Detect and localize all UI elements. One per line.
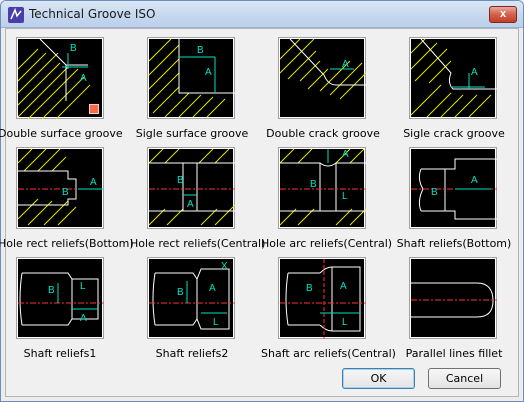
dim-label-b: B bbox=[62, 187, 69, 198]
tile-hole-rect-reliefs-central[interactable]: B A bbox=[147, 147, 235, 229]
caption-shaft-reliefs1: Shaft reliefs1 bbox=[23, 347, 97, 360]
caption-shaft-arc-reliefs-central: Shaft arc reliefs(Central) bbox=[261, 347, 396, 360]
caption-hole-rect-reliefs-central: Hole rect reliefs(Central) bbox=[130, 237, 266, 250]
dim-label-a: A bbox=[342, 59, 349, 70]
dim-label-b: B bbox=[48, 285, 55, 296]
app-icon bbox=[8, 7, 24, 23]
caption-sigle-crack-groove: Sigle crack groove bbox=[403, 127, 505, 140]
dim-label-a: A bbox=[471, 175, 478, 186]
caption-parallel-lines-fillet: Parallel lines fillet bbox=[405, 347, 503, 360]
caption-double-surface-groove: Double surface groove bbox=[0, 127, 123, 140]
caption-hole-arc-reliefs-central: Hole arc reliefs(Central) bbox=[261, 237, 393, 250]
dim-label-x: X bbox=[221, 261, 228, 272]
tile-shaft-reliefs-bottom[interactable]: B A bbox=[409, 147, 497, 229]
dim-label-a: A bbox=[90, 177, 97, 188]
tile-sigle-surface-groove[interactable]: B A bbox=[147, 37, 235, 119]
dim-label-a: A bbox=[209, 283, 216, 294]
dim-label-l: L bbox=[213, 317, 219, 328]
dim-label-b: B bbox=[177, 175, 184, 186]
tile-double-surface-groove[interactable]: B A bbox=[16, 37, 104, 119]
dim-label-b: B bbox=[310, 179, 317, 190]
dim-label-l: L bbox=[342, 317, 348, 328]
title-bar: Technical Groove ISO x bbox=[1, 1, 523, 28]
dim-label-b: B bbox=[431, 187, 438, 198]
tile-hole-arc-reliefs-central[interactable]: B A L bbox=[278, 147, 366, 229]
dim-label-b: B bbox=[177, 287, 184, 298]
tile-parallel-lines-fillet[interactable] bbox=[409, 257, 497, 339]
groove-gallery: B A Double surface groove B A Sigle surf… bbox=[0, 28, 519, 397]
tile-shaft-arc-reliefs-central[interactable]: B A L bbox=[278, 257, 366, 339]
dim-label-a: A bbox=[340, 281, 347, 292]
dim-label-a: A bbox=[187, 199, 194, 210]
dim-label-a: A bbox=[80, 313, 87, 324]
dim-label-b: B bbox=[70, 43, 77, 54]
dim-label-l: L bbox=[342, 191, 348, 202]
caption-shaft-reliefs-bottom: Shaft reliefs(Bottom) bbox=[396, 237, 512, 250]
caption-double-crack-groove: Double crack groove bbox=[266, 127, 380, 140]
tile-double-crack-groove[interactable]: A bbox=[278, 37, 366, 119]
dim-label-b: B bbox=[306, 283, 313, 294]
tile-shaft-reliefs1[interactable]: B L A bbox=[16, 257, 104, 339]
dim-label-a: A bbox=[80, 73, 87, 84]
window-title: Technical Groove ISO bbox=[29, 7, 156, 21]
dim-label-a: A bbox=[342, 149, 349, 160]
tile-shaft-reliefs2[interactable]: B A X L bbox=[147, 257, 235, 339]
dialog-window: Technical Groove ISO x B A Double surfac… bbox=[0, 0, 524, 402]
caption-shaft-reliefs2: Shaft reliefs2 bbox=[155, 347, 229, 360]
caption-hole-rect-reliefs-bottom: Hole rect reliefs(Bottom) bbox=[0, 237, 134, 250]
caption-sigle-surface-groove: Sigle surface groove bbox=[135, 127, 249, 140]
dim-label-l: L bbox=[80, 281, 86, 292]
dim-label-a: A bbox=[205, 67, 212, 78]
dim-label-b: B bbox=[197, 45, 204, 56]
tile-hole-rect-reliefs-bottom[interactable]: B A bbox=[16, 147, 104, 229]
cancel-button[interactable]: Cancel bbox=[428, 368, 501, 389]
dim-label-a: A bbox=[471, 67, 478, 78]
close-button[interactable]: x bbox=[489, 6, 517, 23]
ok-button[interactable]: OK bbox=[342, 368, 415, 389]
tile-sigle-crack-groove[interactable]: A bbox=[409, 37, 497, 119]
